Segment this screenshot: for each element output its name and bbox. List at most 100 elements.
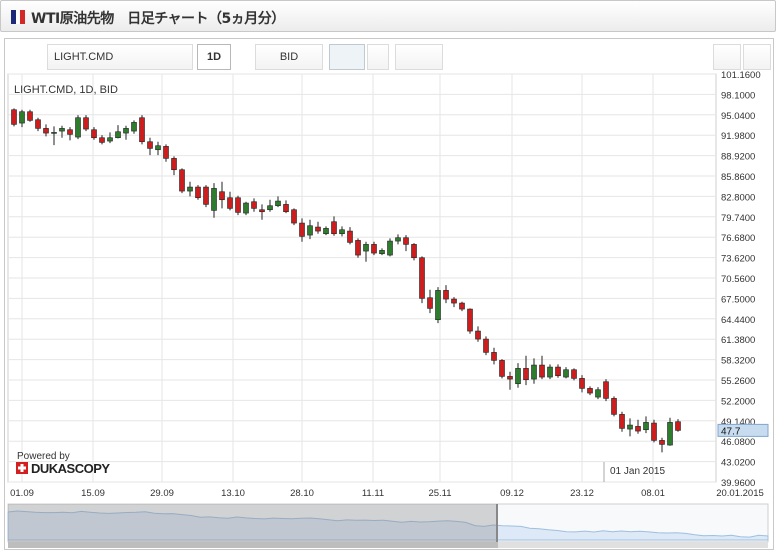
candlestick-chart: 101.1600 98.1000 95.0400 91.9800 88.9200 85.8… [7,70,769,548]
candle-body [427,297,433,309]
candle [243,201,249,216]
y-tick-label: 98.1000 [721,90,755,101]
candle [611,396,617,417]
y-tick-label: 64.4400 [721,315,755,326]
navigator-handle[interactable] [496,504,498,542]
candle-body [331,221,337,235]
candle-body [339,229,345,235]
candle [387,238,393,257]
candle-body [107,137,113,142]
candle-body [227,197,233,209]
candle-body [667,422,673,446]
x-tick-label: 09.12 [500,488,524,499]
candle-body [435,290,441,321]
candle-body [467,308,473,332]
candle-body [115,131,121,139]
candle-body [163,146,169,159]
candle-body [275,200,281,207]
candle-body [395,237,401,242]
candle-body [627,424,633,430]
candle-body [491,352,497,361]
candle-body [251,201,257,209]
x-axis: 01.09 15.09 29.09 13.10 28.10 11.11 25.11 09.12… [10,488,764,499]
candle [411,243,417,261]
candle-body [387,240,393,256]
y-tick-label: 67.5000 [721,294,755,305]
candle [483,336,489,356]
candle-body [675,421,681,431]
candle-body [483,338,489,353]
candle [75,115,81,140]
grid [8,73,716,483]
candle-body [355,240,361,256]
candle-body [411,244,417,259]
last-price-label: 47.7 [721,426,741,437]
y-tick-label: 76.6800 [721,233,755,244]
candle-body [43,128,49,134]
candle-body [243,202,249,214]
candle [499,359,505,379]
candle-body [475,330,481,340]
candle [235,195,241,216]
candle-body [619,414,625,429]
y-tick-label: 82.8000 [721,192,755,203]
candle-body [211,188,217,211]
navigator-scrollbar-thumb[interactable] [8,542,498,548]
candle-body [507,376,513,380]
candle [571,368,577,381]
candle [435,287,441,324]
x-tick-label: 08.01 [641,488,665,499]
x-tick-label: 25.11 [428,488,451,499]
dukascopy-logo-text: DUKASCOPY [31,461,110,476]
candle [419,256,425,304]
candle-body [307,225,313,236]
y-tick-label: 58.3200 [721,356,755,367]
chart-instrument-label: LIGHT.CMD, 1D, BID [14,84,118,96]
candle-body [123,128,129,134]
x-tick-label: 28.10 [290,488,314,499]
candle-body [235,197,241,213]
x-tick-label: 15.09 [81,488,105,499]
x-tick-label: 20.01.2015 [716,488,764,499]
candle-body [267,205,273,211]
y-tick-label: 85.8600 [721,172,755,183]
candle-body [67,129,73,135]
candle-body [139,117,145,143]
x-tick-label: 01.09 [10,488,34,499]
candle-body [523,368,529,381]
candle-body [299,222,305,237]
candle-body [75,117,81,138]
candle-body [179,169,185,192]
candle-body [155,145,161,151]
candle [203,185,209,208]
candle-body [659,440,665,445]
candle-body [131,122,137,132]
candle-body [19,111,25,124]
candle-body [363,244,369,252]
y-tick-label: 91.9800 [721,131,755,142]
y-tick-label: 88.9200 [721,152,755,163]
candle [11,108,17,127]
x-tick-label: 23.12 [570,488,594,499]
x-tick-label: 29.09 [150,488,174,499]
candle-body [35,119,41,129]
navigator[interactable] [7,503,769,548]
candle-body [635,426,641,432]
candle-body [539,364,545,378]
candle-body [195,186,201,199]
y-tick-label: 101.1600 [721,70,761,81]
candle-body [315,226,321,232]
candle [355,238,361,258]
y-tick-label: 79.7400 [721,213,755,224]
candle-body [323,228,329,235]
date-annotation: 01 Jan 2015 [610,466,665,477]
x-tick-label: 13.10 [221,488,245,499]
candle-body [259,209,265,213]
candle-body [651,422,657,441]
candle-body [347,230,353,243]
candle-body [51,132,57,134]
candle-body [555,366,561,377]
candle-body [27,111,33,121]
candle-body [579,378,585,389]
candle-body [147,141,153,149]
